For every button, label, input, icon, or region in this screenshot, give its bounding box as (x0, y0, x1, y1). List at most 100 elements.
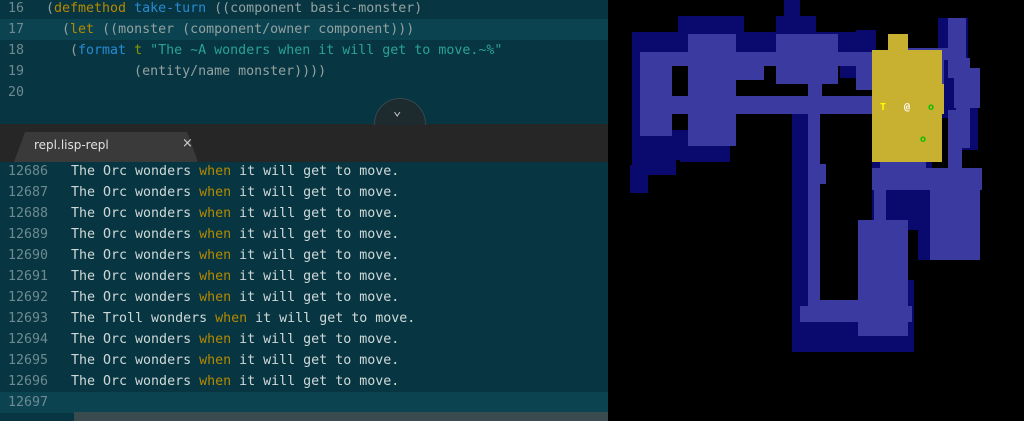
repl-keyword: when (199, 227, 232, 242)
repl-text-pre: The Orc wonders (71, 353, 200, 368)
player-glyph: @ (904, 102, 910, 113)
repl-keyword: when (199, 164, 232, 179)
code-token: ( (46, 1, 55, 16)
code-line[interactable]: 20 (0, 82, 608, 103)
code-line[interactable]: 17 (let ((monster (component/owner compo… (0, 19, 608, 40)
repl-line[interactable]: 12688 The Orc wonders when it will get to… (0, 203, 608, 224)
repl-keyword: when (199, 185, 232, 200)
room-floor (736, 66, 764, 80)
code-token: ( (46, 22, 71, 37)
explored-area (784, 0, 800, 20)
repl-line[interactable]: 12687 The Orc wonders when it will get to… (0, 182, 608, 203)
code-token: defmethod (54, 1, 127, 16)
room-floor (948, 110, 962, 170)
orc-glyph: o (920, 134, 926, 145)
repl-keyword: when (199, 269, 232, 284)
repl-output: The Orc wonders when it will get to move… (71, 371, 399, 392)
repl-keyword: when (199, 206, 232, 221)
code-pane[interactable]: 16 (defmethod take-turn ((component basic… (0, 0, 608, 124)
line-number: 12692 (8, 290, 49, 305)
close-icon[interactable]: × (182, 136, 193, 151)
repl-line[interactable]: 12689 The Orc wonders when it will get to… (0, 224, 608, 245)
line-number: 12691 (8, 269, 49, 284)
repl-text-pre: The Orc wonders (71, 374, 200, 389)
repl-text-pre: The Orc wonders (71, 332, 200, 347)
repl-line[interactable]: 12694 The Orc wonders when it will get to… (0, 329, 608, 350)
room-floor (808, 114, 820, 310)
visible-area (888, 34, 908, 50)
line-number: 20 (8, 85, 25, 100)
room-floor (812, 164, 826, 184)
repl-text-post: it will get to move. (231, 164, 400, 179)
repl-text-pre: The Orc wonders (71, 227, 200, 242)
line-number: 12689 (8, 227, 49, 242)
code-token: take-turn (134, 1, 207, 16)
repl-line[interactable]: 12693 The Troll wonders when it will get … (0, 308, 608, 329)
code-token: ( (46, 43, 79, 58)
horizontal-scrollbar[interactable] (74, 412, 608, 421)
room-floor (800, 306, 912, 322)
repl-keyword: when (199, 290, 232, 305)
repl-output: The Orc wonders when it will get to move… (71, 329, 399, 350)
code-text: (let ((monster (component/owner componen… (46, 19, 414, 40)
code-token: t (134, 43, 143, 58)
line-number: 18 (8, 43, 25, 58)
repl-line[interactable]: 12695 The Orc wonders when it will get to… (0, 350, 608, 371)
line-number: 12693 (8, 311, 49, 326)
repl-text-pre: The Orc wonders (71, 206, 200, 221)
repl-text-post: it will get to move. (231, 374, 400, 389)
code-text: (defmethod take-turn ((component basic-m… (46, 0, 422, 19)
chevron-down-icon: ⌄ (393, 103, 402, 119)
repl-line[interactable]: 12697 (0, 392, 608, 413)
room-floor (688, 34, 736, 146)
repl-text-post: it will get to move. (231, 185, 400, 200)
tab-label[interactable]: repl.lisp-repl (34, 138, 109, 152)
troll-glyph: T (880, 102, 886, 113)
repl-keyword: when (199, 353, 232, 368)
repl-line[interactable]: 12690 The Orc wonders when it will get to… (0, 245, 608, 266)
repl-line[interactable]: 12696 The Orc wonders when it will get to… (0, 371, 608, 392)
repl-text-post: it will get to move. (231, 290, 400, 305)
repl-line[interactable]: 12686 The Orc wonders when it will get to… (0, 161, 608, 182)
repl-keyword: when (199, 374, 232, 389)
line-number: 12690 (8, 248, 49, 263)
repl-text-pre: The Orc wonders (71, 269, 200, 284)
room-floor (808, 84, 822, 104)
line-number: 17 (8, 22, 25, 37)
repl-text-post: it will get to move. (231, 227, 400, 242)
repl-text-pre: The Orc wonders (71, 248, 200, 263)
repl-text-post: it will get to move. (231, 206, 400, 221)
repl-text-post: it will get to move. (231, 332, 400, 347)
repl-text-post: it will get to move. (231, 353, 400, 368)
room-floor (930, 180, 980, 260)
line-number: 12695 (8, 353, 49, 368)
explored-area (648, 130, 676, 175)
orc-glyph: o (928, 102, 934, 113)
room-floor (874, 190, 886, 230)
line-number: 12688 (8, 206, 49, 221)
repl-text-pre: The Orc wonders (71, 185, 200, 200)
repl-keyword: when (199, 332, 232, 347)
repl-pane[interactable]: 12686 The Orc wonders when it will get to… (0, 162, 608, 421)
room-floor (640, 96, 880, 114)
tab-bar: repl.lisp-repl × (0, 124, 608, 162)
repl-output: The Orc wonders when it will get to move… (71, 203, 399, 224)
code-text: (entity/name monster)))) (46, 61, 326, 82)
code-line[interactable]: 16 (defmethod take-turn ((component basic… (0, 0, 608, 19)
line-number: 12686 (8, 164, 49, 179)
game-map: T @ o o (608, 0, 1024, 421)
repl-line[interactable]: 12691 The Orc wonders when it will get to… (0, 266, 608, 287)
repl-text-pre: The Troll wonders (71, 311, 216, 326)
code-token: let (70, 22, 95, 37)
code-line[interactable]: 18 (format t "The ~A wonders when it wil… (0, 40, 608, 61)
repl-text-post: it will get to move. (247, 311, 416, 326)
line-number: 16 (8, 1, 25, 16)
line-number: 12687 (8, 185, 49, 200)
repl-output: The Orc wonders when it will get to move… (71, 182, 399, 203)
repl-line[interactable]: 12692 The Orc wonders when it will get to… (0, 287, 608, 308)
repl-text-pre: The Orc wonders (71, 290, 200, 305)
code-token: "The ~A wonders when it will get to move… (150, 43, 503, 58)
repl-text-post: it will get to move. (231, 269, 400, 284)
code-line[interactable]: 19 (entity/name monster)))) (0, 61, 608, 82)
